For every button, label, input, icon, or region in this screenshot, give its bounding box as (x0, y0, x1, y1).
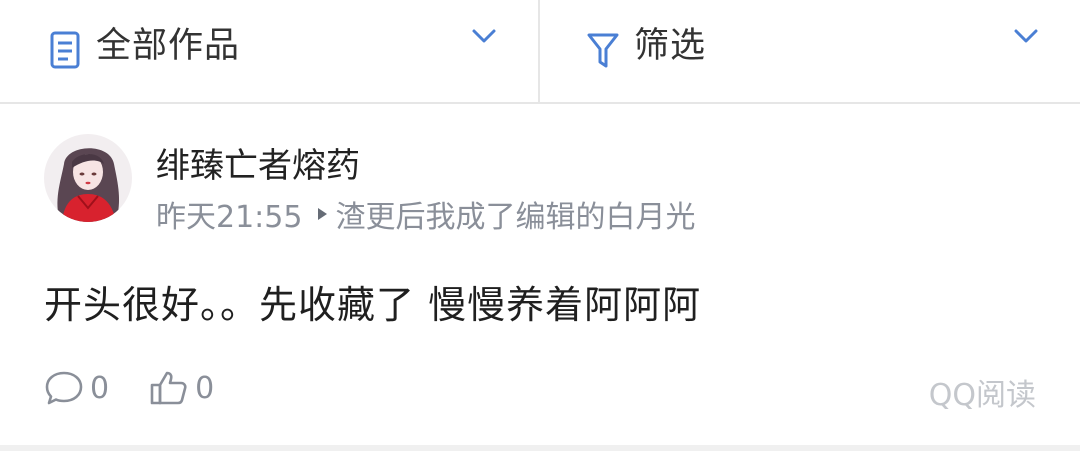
play-arrow-icon (318, 208, 328, 220)
works-dropdown[interactable]: 全部作品 (0, 0, 540, 102)
funnel-icon (586, 30, 620, 72)
avatar[interactable] (44, 134, 132, 222)
works-dropdown-label: 全部作品 (96, 25, 241, 66)
divider (0, 445, 1080, 451)
filter-dropdown-label: 筛选 (634, 25, 707, 66)
chevron-down-icon (1014, 29, 1038, 43)
username[interactable]: 绯臻亡者熔药 (156, 138, 360, 187)
chapter-link[interactable]: 渣更后我成了编辑的白月光 (335, 192, 695, 236)
like-button[interactable]: 0 (149, 369, 214, 407)
filter-dropdown[interactable]: 筛选 (540, 0, 1080, 102)
chevron-down-icon (472, 29, 496, 43)
reply-button[interactable]: 0 (44, 369, 109, 407)
reply-count: 0 (90, 370, 110, 406)
thumbs-up-icon (150, 371, 187, 405)
comment-actions: 0 0 (44, 362, 254, 414)
comment-text: 开头很好。。先收藏了 慢慢养着阿阿阿 (44, 283, 702, 327)
document-icon (48, 30, 82, 72)
comment-meta: 昨天21:55 渣更后我成了编辑的白月光 (156, 192, 695, 236)
like-count: 0 (195, 370, 215, 406)
comment-time: 昨天21:55 (156, 200, 303, 235)
comment-card: 绯臻亡者熔药 昨天21:55 渣更后我成了编辑的白月光 开头很好。。先收藏了 慢… (0, 104, 1080, 445)
filter-bar: 全部作品 筛选 (0, 0, 1080, 104)
comment-bubble-icon (45, 371, 83, 405)
page: 全部作品 筛选 绯臻亡者熔药 昨天21:55 渣更后我成了编辑的白月光 开头很好… (0, 0, 1080, 451)
source-label: QQ阅读 (928, 378, 1036, 413)
